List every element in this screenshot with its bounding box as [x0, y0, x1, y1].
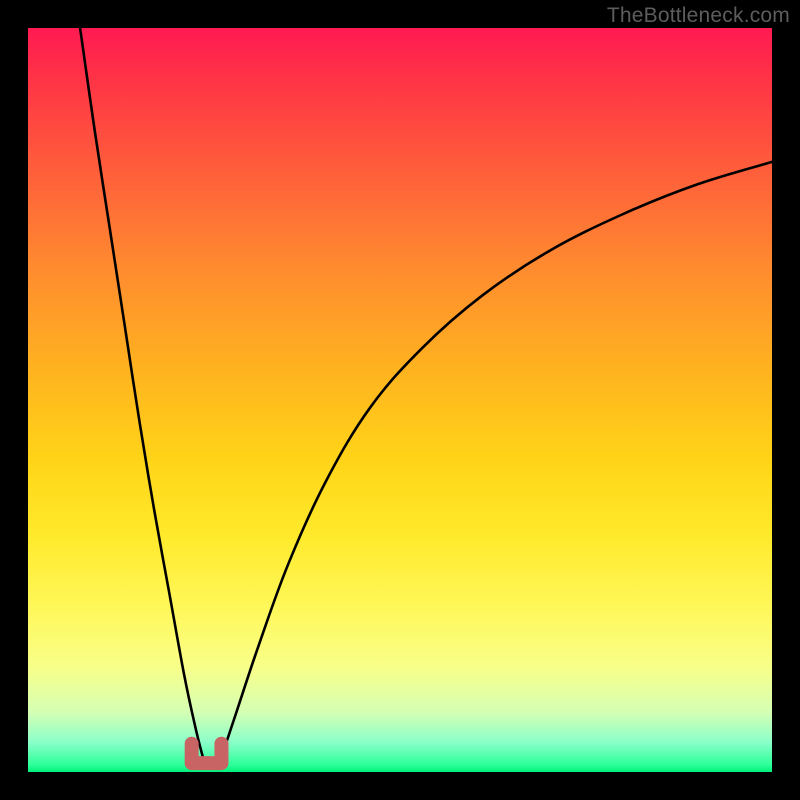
optimal-marker [192, 744, 222, 763]
curve-group [80, 28, 772, 763]
chart-svg [28, 28, 772, 772]
bottleneck-curve-right [221, 162, 772, 757]
plot-area [28, 28, 772, 772]
watermark-text: TheBottleneck.com [607, 4, 790, 28]
chart-frame: TheBottleneck.com [0, 0, 800, 800]
bottleneck-curve-left [80, 28, 203, 757]
